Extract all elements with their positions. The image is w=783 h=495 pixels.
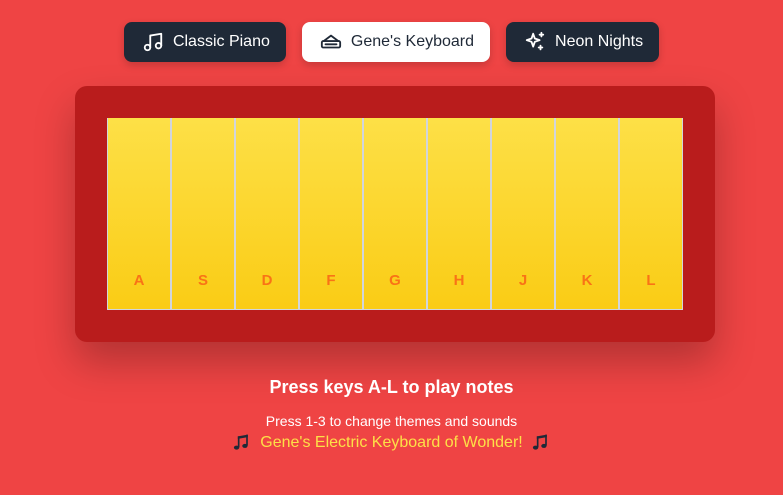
theme-button-label: Gene's Keyboard [350,33,475,50]
key-label: A [133,272,145,289]
piano-key-s[interactable]: S [171,118,235,310]
instructions-title: Press keys A-L to play notes [269,377,514,397]
keyboard-icon [320,31,342,53]
music-notes-icon [531,433,551,453]
instructions-subtitle: Press 1-3 to change themes and sounds [265,413,518,429]
key-label: S [197,272,208,289]
key-label: L [646,272,656,289]
instructions: Press keys A-L to play notes Press 1-3 t… [0,377,783,453]
piano-key-f[interactable]: F [299,118,363,310]
piano-key-a[interactable]: A [107,118,171,310]
music-note-icon [142,31,164,53]
neon-nights-theme-button[interactable]: Neon Nights [506,22,660,62]
theme-selector: Classic Piano Gene's Keyboard Neon Night… [0,22,783,62]
classic-piano-theme-button[interactable]: Classic Piano [123,22,286,62]
piano-key-h[interactable]: H [427,118,491,310]
tagline-text: Gene's Electric Keyboard of Wonder! [260,434,523,451]
key-label: F [326,272,336,289]
piano-key-k[interactable]: K [555,118,619,310]
piano-key-d[interactable]: D [235,118,299,310]
sparkles-icon [524,31,546,53]
piano-key-l[interactable]: L [619,118,683,310]
tagline: Gene's Electric Keyboard of Wonder! [0,433,783,453]
piano-key-g[interactable]: G [363,118,427,310]
key-label: J [518,272,528,289]
key-label: H [453,272,465,289]
key-label: D [261,272,273,289]
music-notes-icon [232,433,252,453]
key-label: K [581,272,593,289]
piano-keys: A S D F G H J K L [107,118,683,310]
piano-key-j[interactable]: J [491,118,555,310]
genes-keyboard-theme-button[interactable]: Gene's Keyboard [301,22,491,62]
keyboard-frame: A S D F G H J K L [75,86,715,342]
key-label: G [389,272,401,289]
theme-button-label: Classic Piano [172,33,270,50]
theme-button-label: Neon Nights [555,33,644,50]
